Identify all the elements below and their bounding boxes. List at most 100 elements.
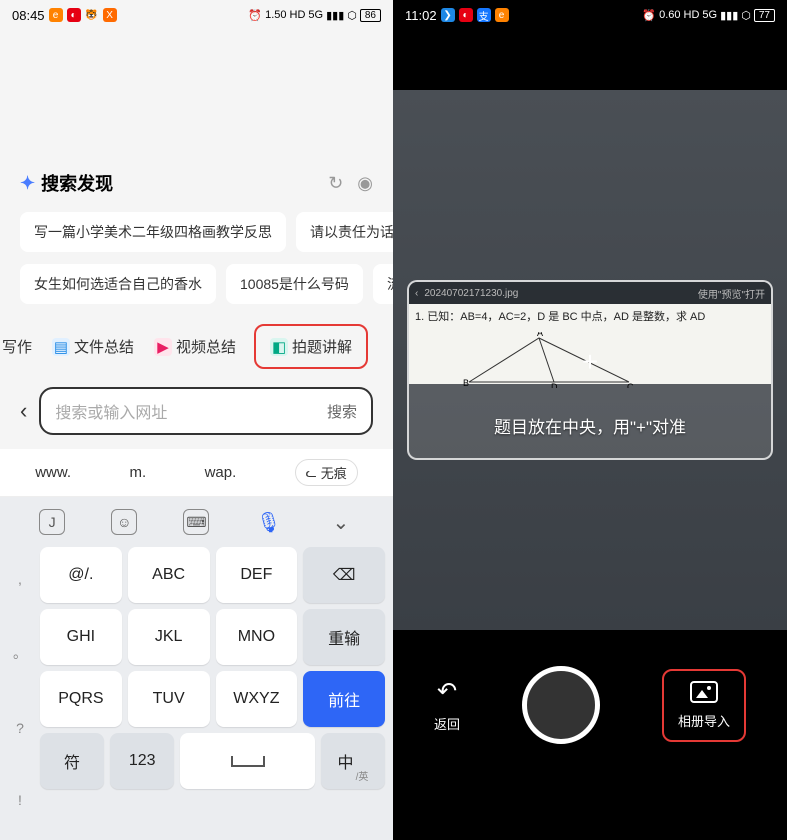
side-key[interactable]: ? bbox=[16, 720, 24, 736]
chip[interactable]: 10085是什么号码 bbox=[226, 264, 363, 304]
key-backspace[interactable]: ⌫ bbox=[303, 547, 385, 603]
alignment-frame: ‹ 20240702171230.jpg 使用"预览"打开 1. 已知：AB=4… bbox=[407, 280, 773, 460]
back-arrow-icon[interactable]: ‹ bbox=[20, 398, 27, 424]
net-speed: 0.60 bbox=[659, 9, 680, 21]
viewfinder: ‹ 20240702171230.jpg 使用"预览"打开 1. 已知：AB=4… bbox=[393, 90, 787, 630]
sparkle-icon: ✦ bbox=[20, 173, 35, 194]
app-icon-r3: 支 bbox=[477, 8, 491, 22]
svg-text:A: A bbox=[537, 332, 543, 338]
key-123[interactable]: 123 bbox=[110, 733, 174, 789]
tab-photo-solve[interactable]: ◧ 拍题讲解 bbox=[268, 332, 354, 361]
quick-m[interactable]: m. bbox=[129, 464, 146, 481]
incognito-toggle[interactable]: ᓚ 无痕 bbox=[295, 459, 358, 486]
net-speed: 1.50 bbox=[265, 9, 286, 21]
tab-video-summary[interactable]: ▶ 视频总结 bbox=[152, 332, 238, 361]
kb-side: , 。 ? ! bbox=[4, 543, 36, 836]
doc-titlebar: ‹ 20240702171230.jpg 使用"预览"打开 bbox=[409, 282, 771, 304]
alarm-icon: ⏰ bbox=[248, 9, 262, 22]
app-icon-2: ◐ bbox=[67, 8, 81, 22]
search-button[interactable]: 搜索 bbox=[327, 401, 357, 422]
chip[interactable]: 流量 bbox=[373, 264, 393, 304]
incognito-label: 无痕 bbox=[321, 463, 347, 482]
hd-icon: HD bbox=[684, 9, 700, 21]
key-go[interactable]: 前往 bbox=[303, 671, 385, 727]
status-bar-left: 08:45 e ◐ 🐯 X ⏰ 1.50 HD 5G ▮▮▮ ⬡ 86 bbox=[0, 0, 393, 30]
highlight-photo-solve: ◧ 拍题讲解 bbox=[254, 324, 368, 369]
space-icon bbox=[228, 752, 268, 770]
play-icon: ▶ bbox=[154, 338, 172, 356]
app-icon-3: 🐯 bbox=[85, 8, 99, 22]
key-wxyz[interactable]: WXYZ bbox=[216, 671, 298, 727]
svg-text:B: B bbox=[463, 378, 469, 388]
top-space bbox=[0, 30, 393, 170]
key-reinput[interactable]: 重输 bbox=[303, 609, 385, 665]
hd-icon: HD bbox=[290, 9, 306, 21]
tab-write[interactable]: 写作 bbox=[0, 332, 34, 361]
gallery-import-button[interactable]: 相册导入 bbox=[678, 681, 730, 730]
quick-www[interactable]: www. bbox=[35, 464, 71, 481]
key-space[interactable] bbox=[180, 733, 315, 789]
tab-file-summary[interactable]: ▤ 文件总结 bbox=[50, 332, 136, 361]
key-ghi[interactable]: GHI bbox=[40, 609, 122, 665]
side-key[interactable]: ! bbox=[18, 792, 22, 808]
chip[interactable]: 写一篇小学美术二年级四格画教学反思 bbox=[20, 212, 286, 252]
app-icon-4: X bbox=[103, 8, 117, 22]
key-lang[interactable]: 中/英 bbox=[321, 733, 385, 789]
back-label: 返回 bbox=[434, 714, 460, 733]
camera-viewfinder[interactable]: ‹ 20240702171230.jpg 使用"预览"打开 1. 已知：AB=4… bbox=[393, 30, 787, 840]
search-row: ‹ 搜索或输入网址 搜索 bbox=[0, 381, 393, 449]
tab-bar: 写作 ▤ 文件总结 ▶ 视频总结 ◧ 拍题讲解 bbox=[0, 310, 393, 381]
chip[interactable]: 女生如何选适合自己的香水 bbox=[20, 264, 216, 304]
kb-tool-emoji[interactable]: ☺ bbox=[111, 509, 137, 535]
svg-text:D: D bbox=[551, 382, 558, 388]
left-phone: 08:45 e ◐ 🐯 X ⏰ 1.50 HD 5G ▮▮▮ ⬡ 86 ✦ 搜索… bbox=[0, 0, 393, 840]
kb-tool-grid[interactable]: ⌨ bbox=[183, 509, 209, 535]
battery-indicator: 86 bbox=[360, 9, 381, 22]
key-pqrs[interactable]: PQRS bbox=[40, 671, 122, 727]
kb-tool-mic[interactable]: 🎙 bbox=[256, 509, 282, 535]
quick-wap[interactable]: wap. bbox=[205, 464, 237, 481]
search-input[interactable]: 搜索或输入网址 搜索 bbox=[39, 387, 373, 435]
camera-icon: ◧ bbox=[270, 338, 288, 356]
key-mno[interactable]: MNO bbox=[216, 609, 298, 665]
battery-indicator: 77 bbox=[754, 9, 775, 22]
search-placeholder: 搜索或输入网址 bbox=[55, 399, 167, 423]
key-jkl[interactable]: JKL bbox=[128, 609, 210, 665]
key-symbol[interactable]: 符 bbox=[40, 733, 104, 789]
doc-hint: 使用"预览"打开 bbox=[698, 286, 765, 301]
wifi-icon: ⬡ bbox=[741, 9, 751, 22]
shutter-button[interactable] bbox=[522, 666, 600, 744]
lang-main: 中 bbox=[338, 749, 354, 773]
weibo-icon: e bbox=[49, 8, 63, 22]
refresh-icon[interactable]: ↻ bbox=[328, 173, 343, 194]
highlight-gallery: 相册导入 bbox=[662, 669, 746, 742]
triangle-diagram: A B D C bbox=[459, 332, 639, 388]
gallery-icon bbox=[690, 681, 718, 703]
key-1[interactable]: @/. bbox=[40, 547, 122, 603]
chips-row-1: 写一篇小学美术二年级四格画教学反思 请以责任为话题写 bbox=[0, 206, 393, 258]
app-icon-r2: ◐ bbox=[459, 8, 473, 22]
chip[interactable]: 请以责任为话题写 bbox=[296, 212, 393, 252]
discover-title: 搜索发现 bbox=[41, 170, 113, 196]
key-tuv[interactable]: TUV bbox=[128, 671, 210, 727]
signal-icon: ▮▮▮ bbox=[720, 9, 738, 22]
keyboard: J ☺ ⌨ 🎙 ⌄ , 。 ? ! @/. ABC DEF ⌫ GHI bbox=[0, 497, 393, 840]
file-icon: ▤ bbox=[52, 338, 70, 356]
signal-icon: ▮▮▮ bbox=[326, 9, 344, 22]
side-key[interactable]: , bbox=[18, 571, 22, 587]
wifi-icon: ⬡ bbox=[347, 9, 357, 22]
key-abc[interactable]: ABC bbox=[128, 547, 210, 603]
app-icon-r4: e bbox=[495, 8, 509, 22]
key-def[interactable]: DEF bbox=[216, 547, 298, 603]
status-time: 11:02 bbox=[405, 8, 437, 23]
tab-label: 拍题讲解 bbox=[292, 336, 352, 357]
back-button[interactable]: ↶ 返回 bbox=[434, 677, 460, 733]
kb-tool-collapse[interactable]: ⌄ bbox=[328, 509, 354, 535]
kb-tool-j[interactable]: J bbox=[39, 509, 65, 535]
eye-icon[interactable]: ◉ bbox=[357, 173, 373, 194]
doc-filename: 20240702171230.jpg bbox=[424, 288, 518, 299]
tab-label: 写作 bbox=[2, 336, 32, 357]
undo-icon: ↶ bbox=[437, 677, 457, 706]
side-key[interactable]: 。 bbox=[13, 643, 27, 663]
5g-icon: 5G bbox=[308, 9, 323, 21]
